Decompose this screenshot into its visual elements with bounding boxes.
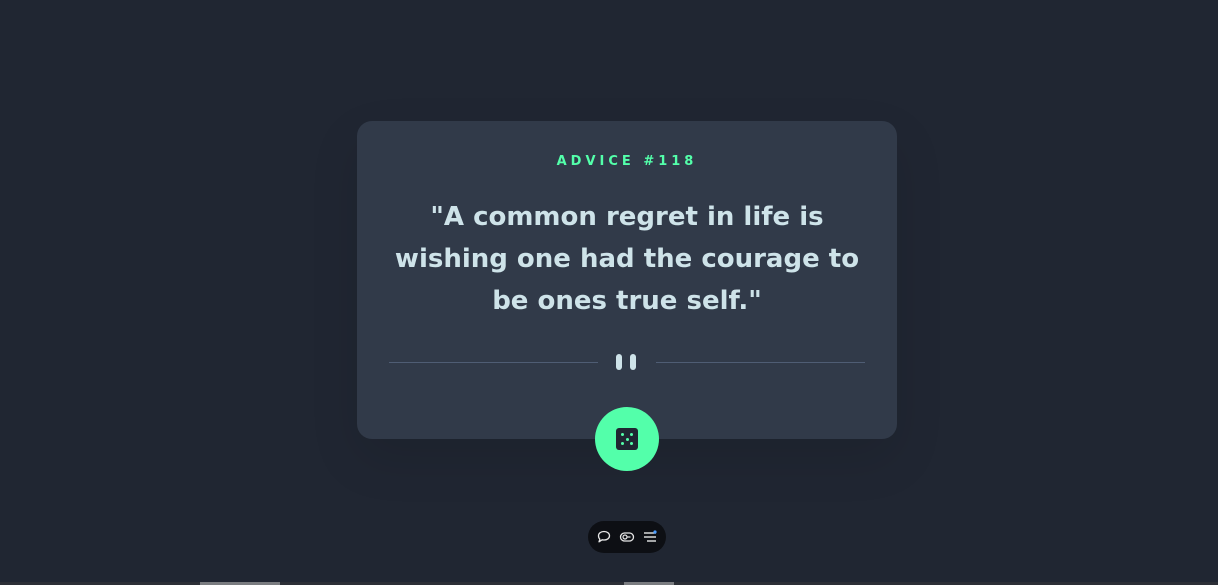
- dice-icon: [616, 428, 638, 450]
- floating-toolbar: [588, 521, 666, 553]
- pattern-divider: [389, 353, 865, 373]
- toggle-icon[interactable]: [618, 528, 636, 546]
- comment-icon[interactable]: [595, 528, 613, 546]
- advice-page: ADVICE #118 "A common regret in life is …: [0, 0, 1218, 585]
- divider-line-left: [389, 362, 598, 363]
- advice-quote: "A common regret in life is wishing one …: [394, 202, 860, 316]
- advice-number: ADVICE #118: [556, 154, 698, 169]
- generate-advice-button[interactable]: [595, 407, 659, 471]
- advice-card: ADVICE #118 "A common regret in life is …: [357, 121, 897, 439]
- divider-line-right: [656, 362, 865, 363]
- menu-icon[interactable]: [641, 528, 659, 546]
- pause-icon: [615, 354, 639, 370]
